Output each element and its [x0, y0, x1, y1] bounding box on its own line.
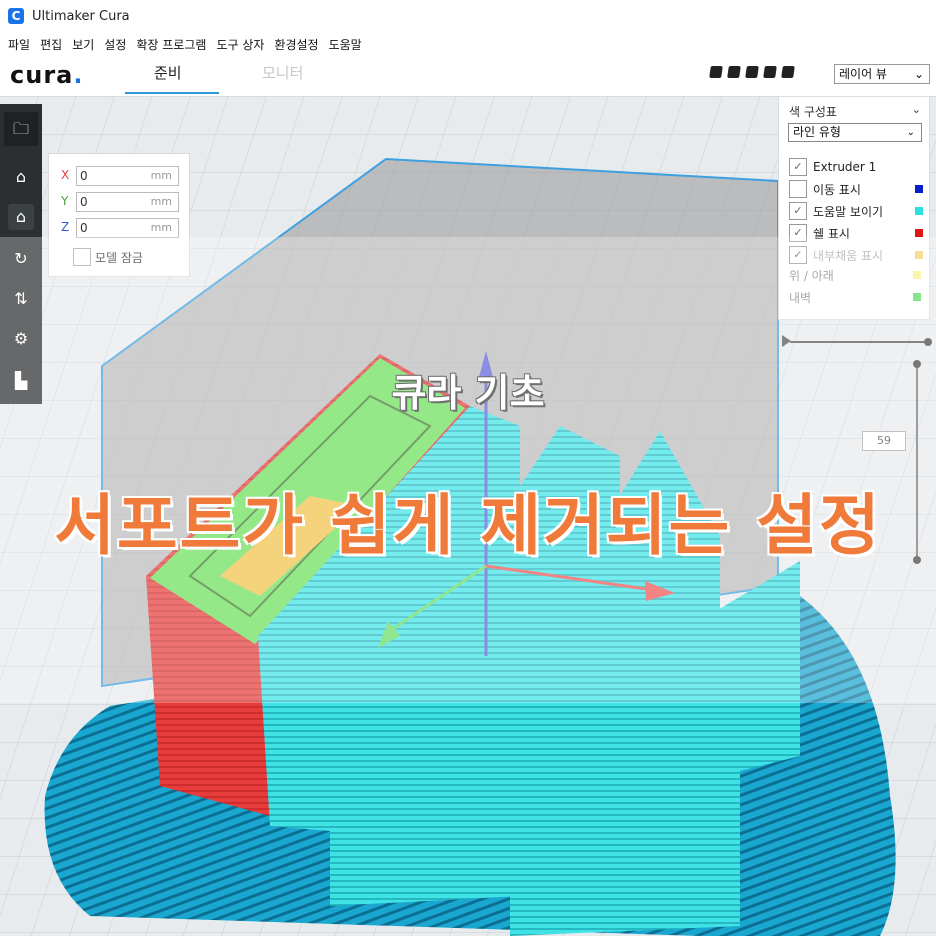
z-position-input[interactable]: 0 mm	[76, 218, 179, 238]
menu-help[interactable]: 도움말	[329, 36, 362, 53]
menu-view[interactable]: 보기	[72, 36, 94, 53]
active-tab-indicator	[125, 92, 219, 94]
view-top-icon[interactable]	[745, 66, 759, 78]
menu-settings[interactable]: 설정	[104, 36, 126, 53]
window-titlebar: C Ultimaker Cura	[0, 0, 936, 32]
menu-preferences[interactable]: 환경설정	[274, 36, 318, 53]
checkbox-checked-icon[interactable]: ✓	[789, 158, 807, 176]
helpers-color-swatch	[915, 207, 923, 215]
shell-color-swatch	[915, 229, 923, 237]
tab-monitor[interactable]: 모니터	[262, 62, 303, 83]
legend-row-helpers[interactable]: ✓ 도움말 보이기	[789, 201, 923, 221]
y-position-input[interactable]: 0 mm	[76, 192, 179, 212]
view-type-select[interactable]: 레이어 뷰 ⌄	[834, 64, 930, 84]
cura-logo: cura.	[10, 61, 84, 89]
view-left-icon[interactable]	[763, 66, 777, 78]
menu-extensions[interactable]: 확장 프로그램	[136, 36, 206, 53]
view-right-icon[interactable]	[781, 66, 795, 78]
checkbox-checked-icon[interactable]: ✓	[789, 202, 807, 220]
x-axis-label: X	[61, 168, 70, 182]
camera-view-buttons	[709, 66, 795, 78]
overlay-headline: 서포트가 쉽게 제거되는 설정	[54, 487, 882, 564]
y-axis-label: Y	[61, 194, 69, 208]
color-scheme-title: 색 구성표	[789, 105, 837, 119]
caption-overlay-band	[0, 237, 936, 703]
tab-prepare[interactable]: 준비	[154, 62, 182, 83]
scale-tool-icon[interactable]: ⌂	[8, 204, 34, 230]
collapse-chevron-icon[interactable]: ⌄	[912, 103, 921, 116]
menu-edit[interactable]: 편집	[40, 36, 62, 53]
view-3d-icon[interactable]	[709, 66, 723, 78]
stage-header: cura. 준비 모니터 레이어 뷰 ⌄	[0, 56, 936, 96]
cura-app-icon: C	[8, 8, 24, 24]
checkbox-unchecked-icon[interactable]	[789, 180, 807, 198]
overlay-subtitle: 큐라 기초	[391, 371, 545, 415]
menu-bar: 파일 편집 보기 설정 확장 프로그램 도구 상자 환경설정 도움말	[0, 32, 936, 56]
color-scheme-select[interactable]: 라인 유형 ⌄	[788, 123, 922, 142]
move-tool-icon[interactable]: ⌂	[8, 164, 34, 190]
menu-toolbox[interactable]: 도구 상자	[216, 36, 264, 53]
legend-row-travel[interactable]: 이동 표시	[789, 179, 923, 199]
legend-row-extruder[interactable]: ✓ Extruder 1	[789, 157, 923, 177]
x-position-input[interactable]: 0 mm	[76, 166, 179, 186]
travel-color-swatch	[915, 185, 923, 193]
open-file-icon[interactable]: 🗀	[4, 112, 38, 146]
window-title: Ultimaker Cura	[32, 8, 130, 24]
view-front-icon[interactable]	[727, 66, 741, 78]
menu-file[interactable]: 파일	[8, 36, 30, 53]
z-axis-label: Z	[61, 220, 70, 234]
